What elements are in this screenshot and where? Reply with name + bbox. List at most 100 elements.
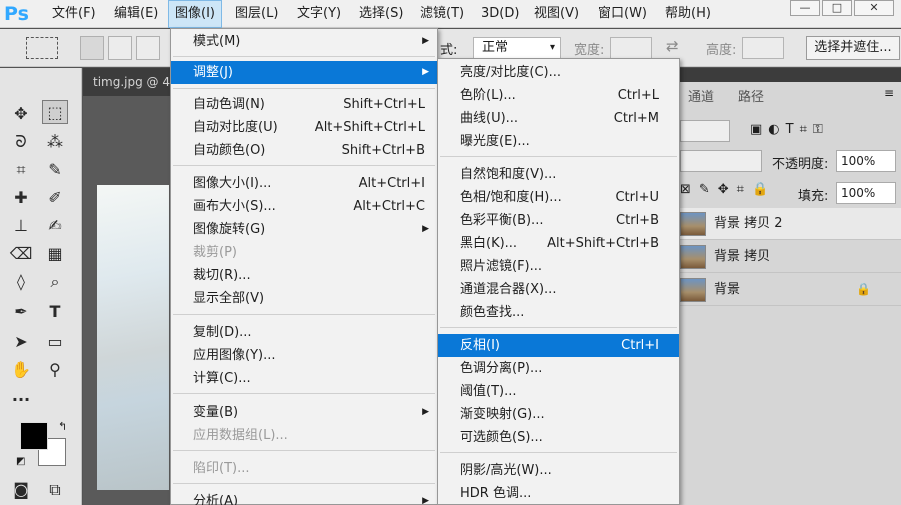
rectangle-tool-icon[interactable]: ▭ bbox=[42, 330, 68, 354]
menu-filter[interactable]: 滤镜(T) bbox=[414, 0, 470, 28]
menu-separator bbox=[173, 450, 435, 451]
crop-tool-icon[interactable]: ⌗ bbox=[8, 158, 34, 182]
opacity-input[interactable]: 100% bbox=[836, 150, 896, 172]
path-selection-icon[interactable]: ➤ bbox=[8, 330, 34, 354]
maximize-button[interactable]: □ bbox=[822, 0, 852, 16]
zoom-tool-icon[interactable]: ⚲ bbox=[42, 358, 68, 382]
menu-item-vibrance[interactable]: 自然饱和度(V)... bbox=[438, 163, 679, 186]
menu-item-image-size[interactable]: 图像大小(I)... Alt+Ctrl+I bbox=[171, 172, 437, 195]
foreground-color-swatch[interactable] bbox=[20, 422, 48, 450]
screen-mode-icon[interactable]: ⧉ bbox=[42, 478, 68, 502]
image-canvas[interactable] bbox=[97, 185, 169, 490]
move-tool-icon[interactable]: ✥ bbox=[8, 102, 34, 126]
menu-window[interactable]: 窗口(W) bbox=[592, 0, 653, 28]
lock-icons[interactable]: ⊠✎✥⌗🔒 bbox=[680, 182, 776, 197]
menu-item-gradient-map[interactable]: 渐变映射(G)... bbox=[438, 403, 679, 426]
menu-item-duplicate[interactable]: 复制(D)... bbox=[171, 321, 437, 344]
menu-item-posterize[interactable]: 色调分离(P)... bbox=[438, 357, 679, 380]
menu-item-invert[interactable]: 反相(I) Ctrl+I bbox=[438, 334, 679, 357]
menu-item-variables[interactable]: 变量(B) ▶ bbox=[171, 401, 437, 424]
minimize-button[interactable]: — bbox=[790, 0, 820, 16]
menu-item-mode[interactable]: 模式(M) ▶ bbox=[171, 30, 437, 53]
menu-item-color-balance[interactable]: 色彩平衡(B)... Ctrl+B bbox=[438, 209, 679, 232]
menu-item-calculations[interactable]: 计算(C)... bbox=[171, 367, 437, 390]
menu-item-threshold[interactable]: 阈值(T)... bbox=[438, 380, 679, 403]
menu-item-adjustments[interactable]: 调整(J) ▶ bbox=[171, 61, 437, 84]
menu-type[interactable]: 文字(Y) bbox=[291, 0, 347, 28]
menu-item-color-lookup[interactable]: 颜色查找... bbox=[438, 301, 679, 324]
marquee-tool-preset-icon[interactable] bbox=[26, 37, 58, 59]
menu-item-exposure[interactable]: 曝光度(E)... bbox=[438, 130, 679, 153]
menu-item-hue-saturation[interactable]: 色相/饱和度(H)... Ctrl+U bbox=[438, 186, 679, 209]
eyedropper-icon[interactable]: ✎ bbox=[42, 158, 68, 182]
layer-row[interactable]: 背景 🔒 bbox=[680, 274, 901, 306]
menu-item-reveal-all[interactable]: 显示全部(V) bbox=[171, 287, 437, 310]
layer-filter-icons[interactable]: ▣◐T⌗⚿ bbox=[750, 122, 829, 137]
tab-paths[interactable]: 路径 bbox=[738, 86, 764, 105]
menu-image[interactable]: 图像(I) bbox=[168, 0, 222, 28]
clone-stamp-icon[interactable]: ⊥ bbox=[8, 214, 34, 238]
history-brush-icon[interactable]: ✍ bbox=[42, 214, 68, 238]
menu-item-auto-color[interactable]: 自动颜色(O) Shift+Ctrl+B bbox=[171, 139, 437, 162]
magic-wand-icon[interactable]: ⁂ bbox=[42, 130, 68, 154]
menu-item-levels[interactable]: 色阶(L)... Ctrl+L bbox=[438, 84, 679, 107]
menu-separator bbox=[173, 88, 435, 89]
select-and-mask-button[interactable]: 选择并遮住... bbox=[806, 36, 900, 60]
menu-item-trim[interactable]: 裁切(R)... bbox=[171, 264, 437, 287]
type-tool-icon[interactable]: T bbox=[42, 300, 68, 324]
menu-item-black-white[interactable]: 黑白(K)... Alt+Shift+Ctrl+B bbox=[438, 232, 679, 255]
hand-tool-icon[interactable]: ✋ bbox=[8, 358, 34, 382]
default-colors-icon[interactable]: ◩ bbox=[16, 456, 25, 467]
submenu-arrow-icon: ▶ bbox=[422, 407, 429, 417]
blend-mode-select[interactable] bbox=[680, 150, 762, 172]
menu-item-image-rotation[interactable]: 图像旋转(G) ▶ bbox=[171, 218, 437, 241]
marquee-tool-icon[interactable]: ⬚ bbox=[42, 100, 68, 124]
menu-item-photo-filter[interactable]: 照片滤镜(F)... bbox=[438, 255, 679, 278]
layer-row[interactable]: 背景 拷贝 2 bbox=[680, 208, 901, 240]
menu-select[interactable]: 选择(S) bbox=[353, 0, 409, 28]
brush-tool-icon[interactable]: ✐ bbox=[42, 186, 68, 210]
document-tab[interactable]: timg.jpg @ 4 bbox=[83, 68, 170, 96]
subtract-selection-icon[interactable] bbox=[136, 36, 160, 60]
menu-3d[interactable]: 3D(D) bbox=[475, 0, 525, 28]
height-input[interactable] bbox=[742, 37, 784, 59]
menu-item-shadows-highlights[interactable]: 阴影/高光(W)... bbox=[438, 459, 679, 482]
layer-filter-select[interactable] bbox=[680, 120, 730, 142]
eraser-icon[interactable]: ⌫ bbox=[8, 242, 34, 266]
gradient-tool-icon[interactable]: ▦ bbox=[42, 242, 68, 266]
menu-item-apply-image[interactable]: 应用图像(Y)... bbox=[171, 344, 437, 367]
menu-item-brightness-contrast[interactable]: 亮度/对比度(C)... bbox=[438, 61, 679, 84]
menu-file[interactable]: 文件(F) bbox=[46, 0, 102, 28]
menu-item-selective-color[interactable]: 可选颜色(S)... bbox=[438, 426, 679, 449]
lasso-tool-icon[interactable]: ᘐ bbox=[8, 130, 34, 154]
menu-item-channel-mixer[interactable]: 通道混合器(X)... bbox=[438, 278, 679, 301]
swap-icon[interactable]: ⇄ bbox=[666, 37, 679, 55]
quick-mask-icon[interactable]: ◙ bbox=[8, 478, 34, 502]
panel-menu-icon[interactable]: ≡ bbox=[884, 86, 894, 100]
more-tools-icon[interactable]: ··· bbox=[8, 388, 34, 412]
dodge-tool-icon[interactable]: ⌕ bbox=[42, 270, 68, 294]
fill-input[interactable]: 100% bbox=[836, 182, 896, 204]
menu-item-curves[interactable]: 曲线(U)... Ctrl+M bbox=[438, 107, 679, 130]
add-selection-icon[interactable] bbox=[108, 36, 132, 60]
menu-view[interactable]: 视图(V) bbox=[528, 0, 585, 28]
width-input[interactable] bbox=[610, 37, 652, 59]
photoshop-logo: Ps bbox=[4, 3, 29, 25]
healing-brush-icon[interactable]: ✚ bbox=[8, 186, 34, 210]
close-button[interactable]: ✕ bbox=[854, 0, 894, 16]
menu-edit[interactable]: 编辑(E) bbox=[108, 0, 164, 28]
menu-item-canvas-size[interactable]: 画布大小(S)... Alt+Ctrl+C bbox=[171, 195, 437, 218]
menu-help[interactable]: 帮助(H) bbox=[659, 0, 717, 28]
style-select[interactable]: 正常 ▾ bbox=[473, 37, 561, 59]
pen-tool-icon[interactable]: ✒ bbox=[8, 300, 34, 324]
new-selection-icon[interactable] bbox=[80, 36, 104, 60]
menu-item-hdr-toning[interactable]: HDR 色调... bbox=[438, 482, 679, 505]
layer-row[interactable]: 背景 拷贝 bbox=[680, 241, 901, 273]
tab-channels[interactable]: 通道 bbox=[688, 86, 714, 105]
swap-colors-icon[interactable]: ↰ bbox=[58, 420, 67, 433]
blur-tool-icon[interactable]: ◊ bbox=[8, 270, 34, 294]
menu-item-auto-contrast[interactable]: 自动对比度(U) Alt+Shift+Ctrl+L bbox=[171, 116, 437, 139]
menu-item-analysis[interactable]: 分析(A) ▶ bbox=[171, 490, 437, 505]
menu-layer[interactable]: 图层(L) bbox=[229, 0, 284, 28]
menu-item-auto-tone[interactable]: 自动色调(N) Shift+Ctrl+L bbox=[171, 93, 437, 116]
